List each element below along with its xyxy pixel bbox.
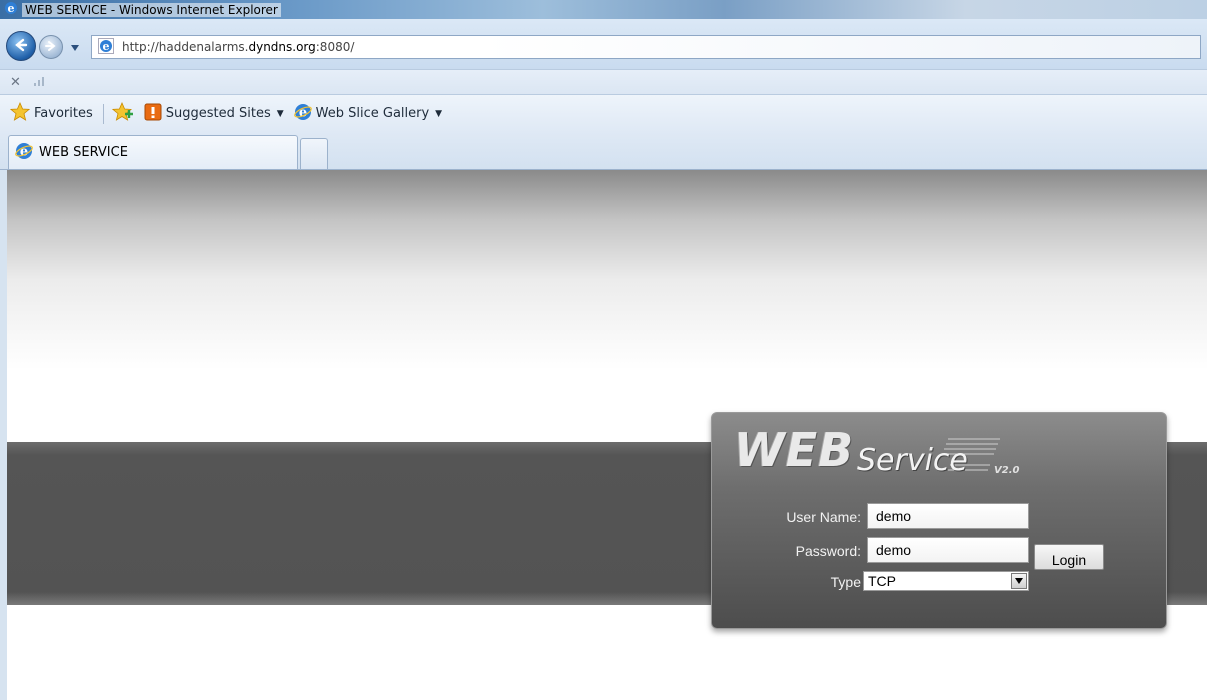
- new-tab-button[interactable]: [300, 138, 328, 169]
- chevron-down-icon: ▼: [435, 108, 443, 119]
- close-icon[interactable]: ✕: [10, 75, 21, 90]
- password-input[interactable]: demo: [867, 537, 1029, 563]
- favorites-button[interactable]: Favorites: [9, 101, 93, 126]
- recent-pages-dropdown[interactable]: [68, 41, 82, 55]
- window-titlebar: e WEB SERVICE - Windows Internet Explore…: [0, 0, 1207, 19]
- tab-bar: e WEB SERVICE: [0, 132, 1207, 170]
- suggested-sites-icon: [144, 103, 162, 125]
- username-input[interactable]: demo: [867, 503, 1029, 529]
- suggested-sites-label: Suggested Sites: [165, 106, 271, 121]
- forward-button[interactable]: [39, 35, 63, 59]
- web-slice-gallery-button[interactable]: e Web Slice Gallery ▼: [293, 103, 443, 125]
- star-icon: [9, 101, 31, 126]
- tab-web-service[interactable]: e WEB SERVICE: [8, 135, 298, 169]
- ie-window-icon: e: [4, 1, 18, 18]
- url-input[interactable]: e http://haddenalarms.dyndns.org:8080/: [91, 35, 1201, 59]
- ie-web-slice-icon: e: [293, 103, 312, 125]
- web-slice-gallery-label: Web Slice Gallery: [315, 106, 430, 121]
- ie-page-icon: e: [98, 37, 114, 57]
- logo-web-text: WEB: [734, 423, 855, 477]
- type-select[interactable]: TCP: [863, 571, 1029, 591]
- logo-service-text: Service: [857, 443, 968, 478]
- chevron-down-icon: ▼: [276, 108, 284, 119]
- back-arrow-icon: [13, 37, 29, 56]
- chevron-down-icon[interactable]: [1011, 573, 1027, 589]
- type-selected-value: TCP: [868, 573, 896, 589]
- login-button[interactable]: Login: [1034, 544, 1104, 570]
- favorites-bar: Favorites Suggested Sites ▼ e Web Slice …: [0, 95, 1207, 132]
- header-gradient: [7, 170, 1207, 370]
- logo-version-text: V2.0: [994, 465, 1020, 476]
- tab-label: WEB SERVICE: [39, 145, 128, 160]
- favorites-divider: [102, 103, 104, 124]
- svg-text:e: e: [103, 40, 110, 53]
- page-left-border: [0, 170, 7, 700]
- add-favorite-star-icon: [111, 101, 134, 126]
- add-to-favorites-bar-button[interactable]: [111, 101, 134, 126]
- type-label: Type: [830, 574, 861, 590]
- suggested-sites-button[interactable]: Suggested Sites ▼: [144, 103, 284, 125]
- url-text: http://haddenalarms.dyndns.org:8080/: [122, 40, 355, 54]
- password-label: Password:: [795, 543, 861, 559]
- favorites-label: Favorites: [34, 106, 93, 121]
- forward-arrow-icon: [44, 39, 58, 56]
- back-button[interactable]: [6, 31, 36, 61]
- window-title: WEB SERVICE - Windows Internet Explorer: [22, 2, 281, 17]
- signal-bars-icon: [33, 75, 47, 90]
- web-page: WEB Service V2.0 User Name: demo Passwor…: [0, 170, 1207, 700]
- chevron-down-icon: [70, 41, 80, 55]
- command-bar: ✕: [0, 69, 1207, 95]
- login-panel: WEB Service V2.0 User Name: demo Passwor…: [711, 412, 1167, 629]
- ie-tab-icon: e: [15, 142, 33, 164]
- username-label: User Name:: [786, 509, 861, 525]
- svg-text:e: e: [8, 2, 15, 15]
- address-toolbar: e http://haddenalarms.dyndns.org:8080/: [0, 19, 1207, 69]
